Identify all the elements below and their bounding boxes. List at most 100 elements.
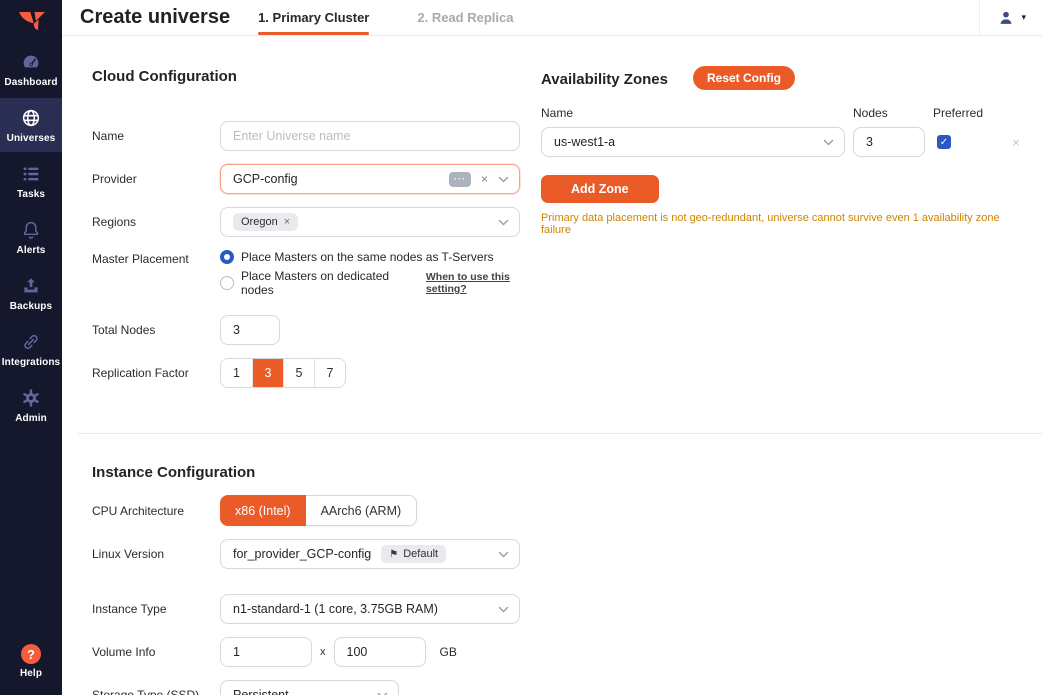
cpu-arch-arm-option[interactable]: AArch6 (ARM) — [306, 495, 418, 526]
availability-zones-section: Availability Zones Reset Config Name Nod… — [541, 62, 1030, 401]
main-area: Create universe 1. Primary Cluster 2. Re… — [62, 0, 1042, 695]
sidebar-item-help[interactable]: ? Help — [0, 635, 62, 687]
instance-type-label: Instance Type — [92, 602, 220, 616]
provider-row: Provider GCP-config ··· × — [92, 164, 541, 194]
tasks-icon — [20, 163, 42, 185]
chevron-down-icon — [377, 692, 388, 695]
radio-unselected-icon[interactable] — [220, 276, 234, 290]
availability-zones-heading: Availability Zones — [541, 71, 668, 88]
provider-in-use-badge: ··· — [449, 172, 471, 187]
storage-type-value: Persistent — [233, 688, 289, 695]
replication-factor-1[interactable]: 1 — [221, 359, 252, 387]
linux-version-row: Linux Version for_provider_GCP-config ⚑ … — [92, 539, 1030, 569]
sidebar-item-alerts[interactable]: Alerts — [0, 210, 62, 264]
total-nodes-label: Total Nodes — [92, 323, 220, 337]
clear-icon[interactable]: × — [481, 173, 488, 185]
sidebar-item-integrations[interactable]: Integrations — [0, 322, 62, 376]
region-chip-label: Oregon — [241, 216, 278, 228]
master-placement-option-dedicated[interactable]: Place Masters on dedicated nodes When to… — [220, 269, 541, 297]
volume-size-input[interactable] — [334, 637, 426, 667]
remove-zone-icon[interactable]: × — [1001, 135, 1031, 150]
volume-count-input[interactable] — [220, 637, 312, 667]
sidebar-item-label: Backups — [10, 301, 52, 312]
instance-type-select[interactable]: n1-standard-1 (1 core, 3.75GB RAM) — [220, 594, 520, 624]
tab-label: 2. Read Replica — [417, 10, 513, 25]
volume-multiplier-label: x — [320, 646, 326, 658]
regions-select[interactable]: Oregon × — [220, 207, 520, 237]
replication-factor-7[interactable]: 7 — [314, 359, 345, 387]
sidebar-item-tasks[interactable]: Tasks — [0, 154, 62, 208]
az-row: us-west1-a ✓ × — [541, 127, 1030, 157]
provider-value: GCP-config — [233, 172, 298, 186]
region-chip: Oregon × — [233, 213, 298, 231]
volume-unit-label: GB — [440, 645, 457, 659]
chevron-down-icon — [498, 176, 509, 183]
regions-row: Regions Oregon × — [92, 207, 541, 237]
az-name-value: us-west1-a — [554, 135, 615, 149]
add-zone-button[interactable]: Add Zone — [541, 175, 659, 203]
sidebar-item-backups[interactable]: Backups — [0, 266, 62, 320]
linux-version-select[interactable]: for_provider_GCP-config ⚑ Default — [220, 539, 520, 569]
integrations-icon — [20, 331, 42, 353]
sidebar-item-label: Alerts — [17, 245, 46, 256]
cluster-tabs: 1. Primary Cluster 2. Read Replica — [258, 0, 561, 35]
az-nodes-column-header: Nodes — [853, 106, 925, 120]
default-badge-label: Default — [403, 548, 438, 560]
az-name-select[interactable]: us-west1-a — [541, 127, 845, 157]
universe-name-input[interactable] — [220, 121, 520, 151]
replication-factor-3[interactable]: 3 — [252, 359, 283, 387]
cloud-configuration-section: Cloud Configuration Name Provider GCP-co… — [92, 62, 541, 401]
regions-label: Regions — [92, 215, 220, 229]
tab-primary-cluster[interactable]: 1. Primary Cluster — [258, 0, 369, 35]
az-column-headers: Name Nodes Preferred — [541, 106, 1030, 120]
instance-configuration-heading: Instance Configuration — [92, 464, 1030, 481]
page-header: Create universe 1. Primary Cluster 2. Re… — [62, 0, 1042, 36]
total-nodes-input[interactable] — [220, 315, 280, 345]
provider-select[interactable]: GCP-config ··· × — [220, 164, 520, 194]
flag-icon: ⚑ — [389, 549, 398, 560]
dashboard-icon — [20, 51, 42, 73]
provider-label: Provider — [92, 172, 220, 186]
remove-region-icon[interactable]: × — [284, 217, 290, 228]
universes-icon — [20, 107, 42, 129]
yugabyte-logo-icon — [15, 6, 47, 36]
when-to-use-link[interactable]: When to use this setting? — [426, 271, 541, 295]
preferred-checkbox[interactable]: ✓ — [937, 135, 951, 149]
az-preferred-column-header: Preferred — [933, 106, 993, 120]
create-universe-page: Dashboard Universes Tasks Alerts Backups — [0, 0, 1042, 695]
total-nodes-row: Total Nodes — [92, 315, 541, 345]
chevron-down-icon — [498, 551, 509, 558]
name-label: Name — [92, 129, 220, 143]
sidebar-item-label: Admin — [15, 413, 47, 424]
az-nodes-input[interactable] — [853, 127, 925, 157]
storage-type-row: Storage Type (SSD) Persistent — [92, 680, 1030, 695]
tab-read-replica[interactable]: 2. Read Replica — [417, 0, 513, 35]
radio-selected-icon[interactable] — [220, 250, 234, 264]
reset-config-button[interactable]: Reset Config — [693, 66, 795, 90]
volume-info-label: Volume Info — [92, 645, 220, 659]
master-placement-label: Master Placement — [92, 250, 220, 266]
section-divider — [78, 433, 1042, 434]
cloud-configuration-heading: Cloud Configuration — [92, 68, 541, 85]
sidebar-item-universes[interactable]: Universes — [0, 98, 62, 152]
yugabyte-logo[interactable] — [0, 0, 62, 42]
page-title: Create universe — [80, 6, 230, 29]
sidebar-item-label: Help — [20, 668, 42, 679]
storage-type-select[interactable]: Persistent — [220, 680, 399, 695]
sidebar-item-label: Integrations — [2, 357, 60, 368]
chevron-down-icon: ▾ — [1021, 12, 1026, 23]
replication-factor-label: Replication Factor — [92, 366, 220, 380]
sidebar-item-admin[interactable]: Admin — [0, 378, 62, 432]
replication-factor-5[interactable]: 5 — [283, 359, 314, 387]
backups-icon — [20, 275, 42, 297]
cpu-arch-x86-option[interactable]: x86 (Intel) — [220, 495, 306, 526]
radio-option-label: Place Masters on dedicated nodes — [241, 269, 407, 297]
user-menu[interactable]: ▾ — [979, 0, 1042, 35]
sidebar-item-dashboard[interactable]: Dashboard — [0, 42, 62, 96]
master-placement-option-same-nodes[interactable]: Place Masters on the same nodes as T-Ser… — [220, 250, 541, 264]
sidebar: Dashboard Universes Tasks Alerts Backups — [0, 0, 62, 695]
storage-type-label: Storage Type (SSD) — [92, 688, 220, 695]
cpu-architecture-row: CPU Architecture x86 (Intel) AArch6 (ARM… — [92, 495, 1030, 526]
radio-option-label: Place Masters on the same nodes as T-Ser… — [241, 250, 494, 264]
sidebar-item-label: Universes — [7, 133, 56, 144]
